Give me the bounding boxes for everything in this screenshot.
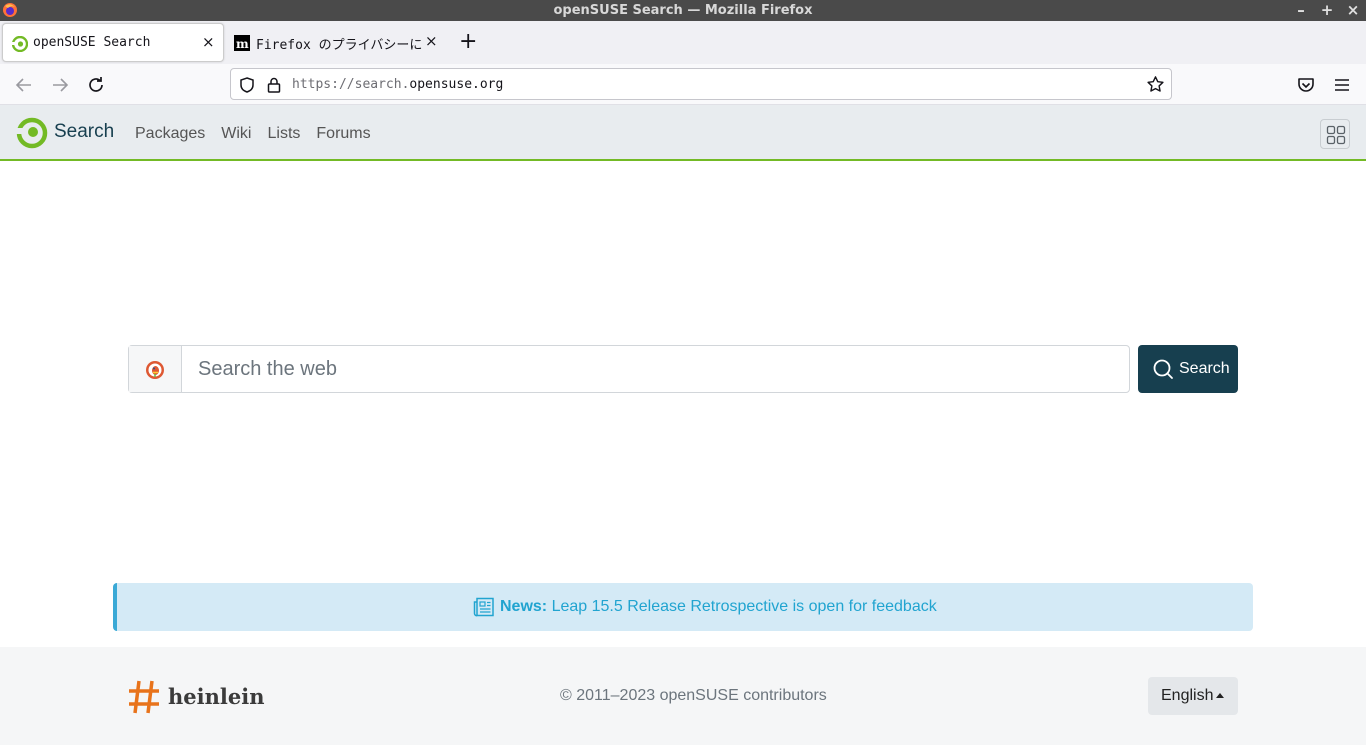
caret-up-icon (1216, 693, 1224, 698)
page-footer: heinlein © 2011–2023 openSUSE contributo… (0, 647, 1366, 745)
nav-link-forums[interactable]: Forums (316, 125, 370, 143)
site-header: Search Packages Wiki Lists Forums (0, 105, 1366, 161)
tab-close-icon[interactable]: × (202, 33, 215, 51)
nav-link-packages[interactable]: Packages (135, 125, 205, 143)
hamburger-menu-icon[interactable] (1330, 73, 1354, 97)
tab-close-icon[interactable]: × (425, 32, 438, 50)
forward-arrow-icon[interactable] (48, 73, 72, 97)
news-banner: News: Leap 15.5 Release Retrospective is… (113, 583, 1253, 631)
nav-link-wiki[interactable]: Wiki (221, 125, 251, 143)
duckduckgo-icon (146, 361, 164, 379)
pocket-icon[interactable] (1294, 73, 1318, 97)
close-window-button[interactable]: × (1343, 1, 1363, 19)
url-domain: opensuse.org (409, 77, 504, 92)
window-title: openSUSE Search — Mozilla Firefox (553, 3, 813, 18)
url-text[interactable]: https://search.opensuse.org (292, 77, 503, 92)
language-selector[interactable]: English (1148, 677, 1238, 715)
url-prefix: https://search. (292, 77, 410, 92)
new-tab-button[interactable]: + (459, 29, 477, 54)
grid-icon (1326, 125, 1346, 145)
newspaper-icon (473, 597, 494, 617)
apps-grid-button[interactable] (1320, 119, 1350, 149)
maximize-button[interactable]: + (1317, 1, 1337, 19)
hash-logo-icon (129, 680, 159, 714)
search-form (128, 345, 1130, 393)
site-nav: Packages Wiki Lists Forums (135, 125, 371, 143)
tab-label: openSUSE Search (33, 35, 151, 50)
search-engine-selector[interactable] (129, 346, 182, 392)
tab-strip: openSUSE Search × m Firefox のプライバシーに関 × … (0, 21, 1366, 64)
site-brand[interactable]: Search (54, 121, 114, 143)
svg-text:m: m (236, 37, 249, 51)
news-label: News: (500, 598, 548, 615)
url-bar[interactable]: https://search.opensuse.org (230, 68, 1172, 100)
opensuse-favicon-icon (12, 36, 28, 52)
heinlein-wordmark: heinlein (168, 684, 265, 709)
news-content: News: Leap 15.5 Release Retrospective is… (500, 598, 937, 616)
minimize-button[interactable]: – (1291, 1, 1311, 19)
mdn-favicon-icon: m (234, 35, 250, 51)
window-titlebar: openSUSE Search — Mozilla Firefox – + × (0, 0, 1366, 21)
back-arrow-icon[interactable] (12, 73, 36, 97)
search-input[interactable] (183, 346, 1128, 392)
copyright-text: © 2011–2023 openSUSE contributors (560, 687, 827, 704)
reload-icon[interactable] (84, 73, 108, 97)
search-button[interactable]: Search (1138, 345, 1238, 393)
language-label: English (1161, 687, 1214, 704)
tab-label: Firefox のプライバシーに関 (256, 38, 422, 53)
shield-icon[interactable] (238, 76, 256, 94)
lock-icon[interactable] (265, 76, 283, 94)
search-button-label: Search (1179, 360, 1230, 377)
heinlein-sponsor-logo[interactable]: heinlein (128, 680, 268, 716)
search-icon (1153, 359, 1173, 379)
news-link[interactable]: Leap 15.5 Release Retrospective is open … (552, 598, 937, 615)
nav-toolbar: https://search.opensuse.org (0, 64, 1366, 105)
bookmark-star-icon[interactable] (1146, 75, 1165, 94)
tab-opensuse-search[interactable]: openSUSE Search × (2, 23, 224, 62)
nav-link-lists[interactable]: Lists (267, 125, 300, 143)
opensuse-logo-icon[interactable] (16, 117, 48, 149)
tab-firefox-privacy[interactable]: m Firefox のプライバシーに関 × (226, 23, 444, 62)
